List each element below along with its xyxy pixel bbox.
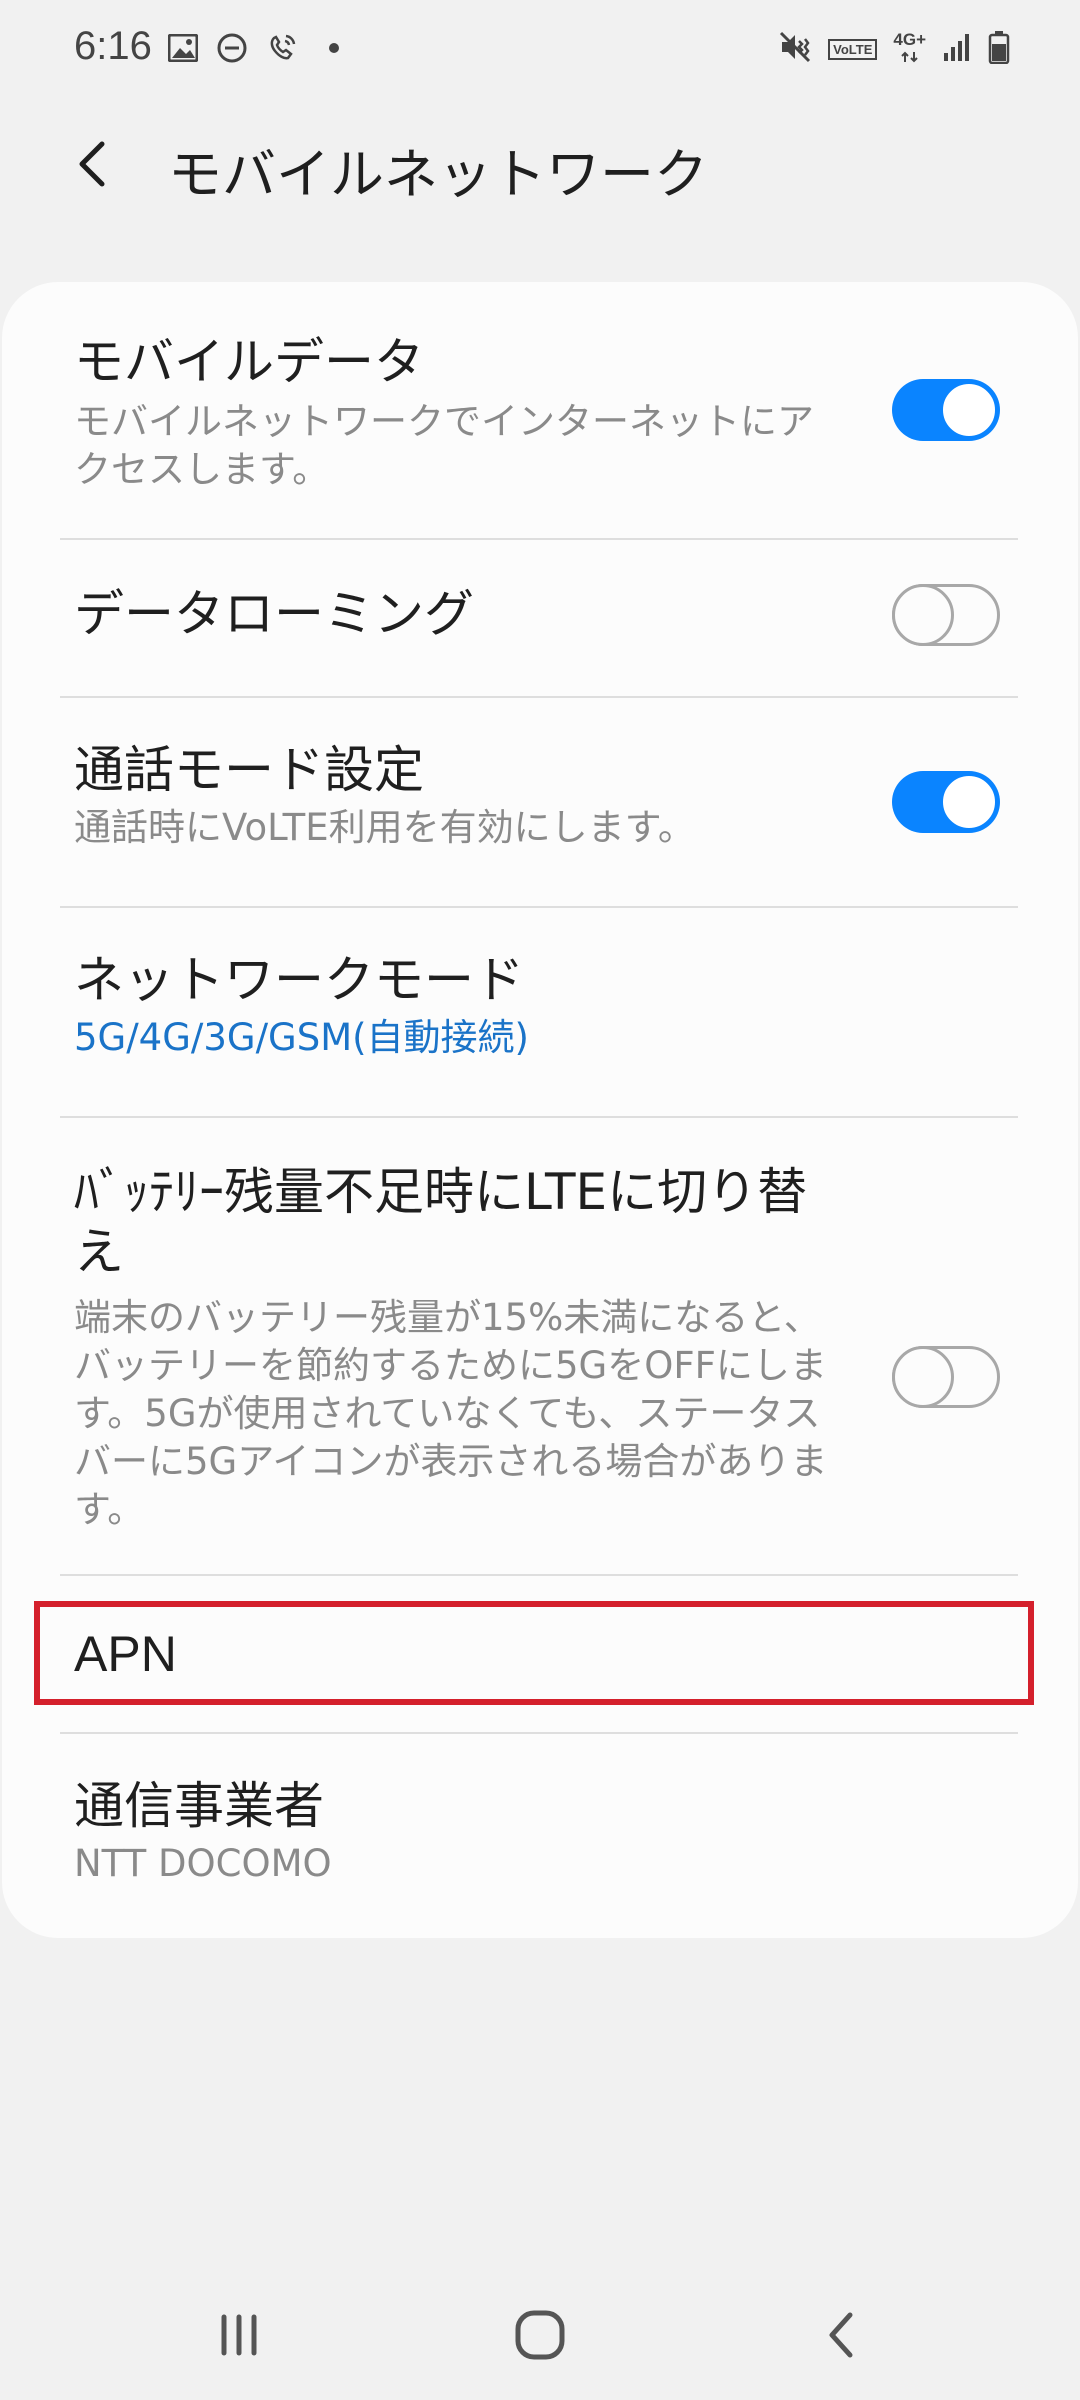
back-button[interactable] bbox=[64, 134, 124, 194]
setting-description: バッテリーを節約するために5GをOFFにしま bbox=[74, 1344, 827, 1387]
toggle-knob bbox=[892, 584, 954, 646]
vibrate-mute-icon bbox=[778, 30, 812, 68]
data-roaming-toggle[interactable] bbox=[892, 584, 1000, 646]
page-title: モバイルネットワーク bbox=[168, 143, 708, 206]
apn-highlight-box bbox=[34, 1601, 1034, 1705]
setting-battery-lte-switch[interactable]: ﾊﾞｯﾃﾘｰ残量不足時にLTEに切り替 え 端末のバッテリー残量が15%未満にな… bbox=[2, 1118, 1078, 1574]
setting-description: クセスします。 bbox=[74, 448, 330, 491]
network-type-icon: 4G+ bbox=[893, 31, 926, 67]
setting-title: 通話モード設定 bbox=[74, 741, 424, 799]
home-button[interactable] bbox=[505, 2300, 575, 2370]
setting-description: す。 bbox=[74, 1488, 145, 1531]
network-type-label: 4G+ bbox=[893, 30, 926, 49]
home-icon bbox=[515, 2310, 565, 2360]
notification-dot-icon bbox=[316, 40, 346, 60]
setting-title: データローミング bbox=[74, 585, 474, 643]
navigation-bar bbox=[0, 2270, 1080, 2400]
setting-title: 通信事業者 bbox=[74, 1777, 324, 1835]
back-arrow-icon bbox=[829, 2312, 853, 2358]
setting-network-mode[interactable]: ネットワークモード 5G/4G/3G/GSM(自動接続) bbox=[2, 908, 1078, 1116]
nav-back-button[interactable] bbox=[808, 2300, 878, 2370]
wifi-call-icon bbox=[266, 32, 298, 68]
carrier-value: NTT DOCOMO bbox=[74, 1842, 332, 1885]
network-mode-value: 5G/4G/3G/GSM(自動接続) bbox=[74, 1016, 529, 1059]
setting-description: 端末のバッテリー残量が15%未満になると、 bbox=[74, 1296, 821, 1339]
signal-strength-icon bbox=[942, 32, 972, 66]
setting-title-continued: え bbox=[74, 1223, 124, 1281]
setting-title: モバイルデータ bbox=[74, 333, 424, 391]
status-right-icons: VoLTE 4G+ bbox=[778, 30, 1010, 68]
mobile-data-toggle[interactable] bbox=[892, 379, 1000, 441]
recent-apps-icon bbox=[221, 2314, 257, 2356]
setting-title: ﾊﾞｯﾃﾘｰ残量不足時にLTEに切り替 bbox=[74, 1163, 808, 1221]
toggle-knob bbox=[892, 1346, 954, 1408]
toggle-knob bbox=[940, 381, 998, 439]
call-mode-toggle[interactable] bbox=[892, 771, 1000, 833]
setting-description: バーに5Gアイコンが表示される場合がありま bbox=[74, 1440, 828, 1483]
setting-description: 通話時にVoLTE利用を有効にします。 bbox=[74, 806, 695, 849]
battery-lte-toggle[interactable] bbox=[892, 1346, 1000, 1408]
status-bar: 6:16 VoLTE 4G+ bbox=[0, 0, 1080, 100]
status-left-icons bbox=[167, 32, 346, 68]
volte-icon: VoLTE bbox=[828, 38, 878, 60]
chevron-left-icon bbox=[79, 141, 105, 187]
setting-description: モバイルネットワークでインターネットにア bbox=[74, 400, 814, 443]
do-not-disturb-icon bbox=[216, 32, 248, 68]
setting-call-mode[interactable]: 通話モード設定 通話時にVoLTE利用を有効にします。 bbox=[2, 698, 1078, 906]
setting-description: す。5Gが使用されていなくても、ステータス bbox=[74, 1392, 821, 1435]
setting-title: ネットワークモード bbox=[74, 951, 524, 1009]
toggle-knob bbox=[940, 773, 998, 831]
recent-apps-button[interactable] bbox=[204, 2300, 274, 2370]
gallery-icon bbox=[167, 33, 199, 66]
setting-carrier[interactable]: 通信事業者 NTT DOCOMO bbox=[2, 1734, 1078, 1938]
status-time: 6:16 bbox=[74, 24, 152, 68]
header: モバイルネットワーク bbox=[0, 118, 1080, 208]
battery-icon bbox=[988, 30, 1010, 68]
setting-data-roaming[interactable]: データローミング bbox=[2, 540, 1078, 696]
setting-mobile-data[interactable]: モバイルデータ モバイルネットワークでインターネットにア クセスします。 bbox=[2, 282, 1078, 538]
